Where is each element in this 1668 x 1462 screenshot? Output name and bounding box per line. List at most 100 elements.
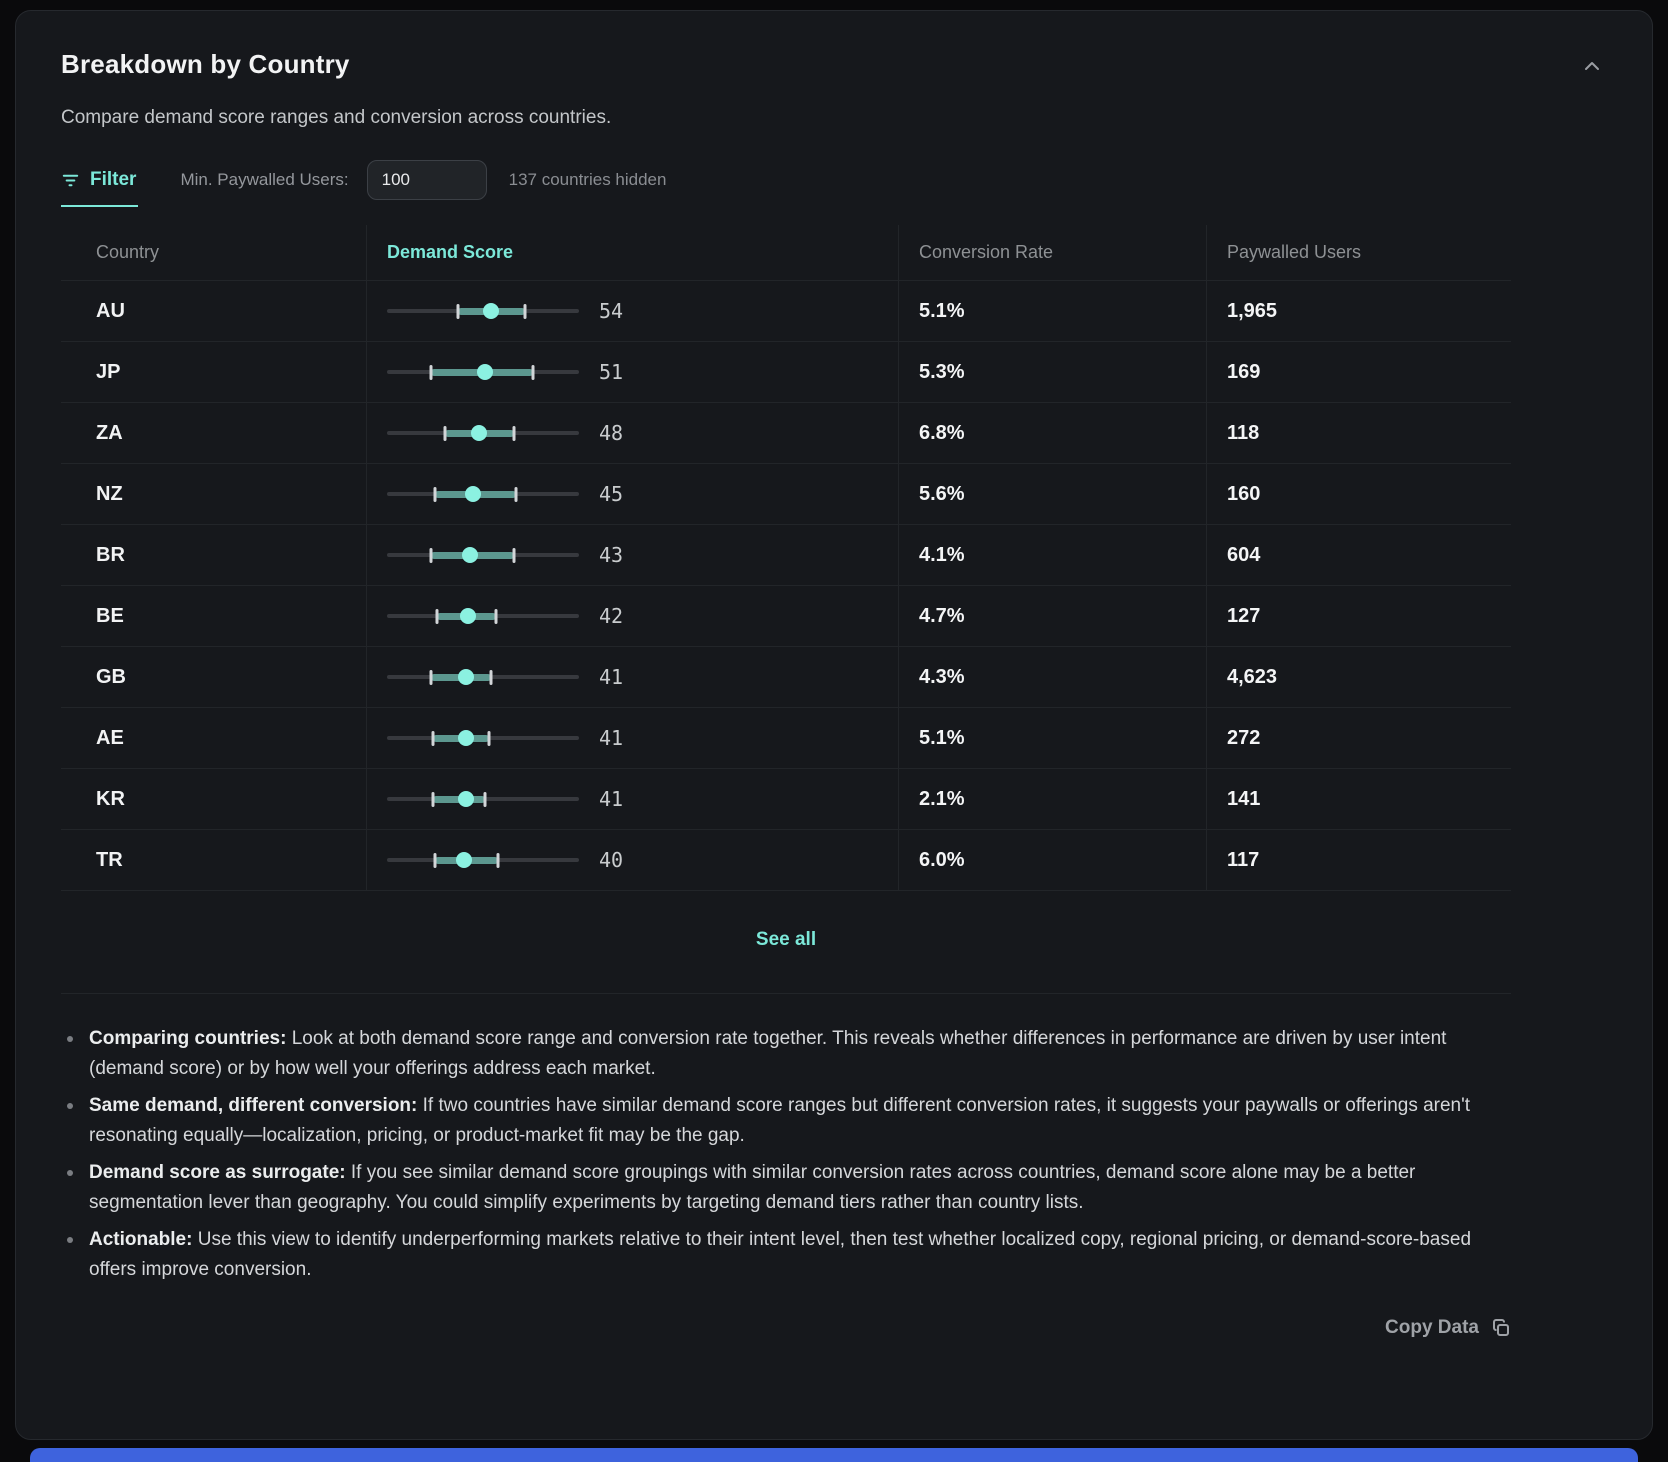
demand-score-range-slider: [387, 362, 579, 382]
score-min-tick: [443, 426, 446, 441]
demand-score-cell: 40: [366, 830, 898, 890]
demand-score-cell: 41: [366, 769, 898, 829]
bottom-panel-edge: [30, 1448, 1638, 1462]
note-text: Look at both demand score range and conv…: [89, 1028, 1446, 1079]
table-row: AE 41 5.1% 272: [61, 708, 1511, 769]
chevron-up-icon: [1581, 55, 1603, 77]
demand-score-range-slider: [387, 789, 579, 809]
country-cell: JP: [61, 342, 366, 402]
country-cell: NZ: [61, 464, 366, 524]
score-dot: [458, 791, 474, 807]
demand-score-range-slider: [387, 484, 579, 504]
copy-icon: [1491, 1318, 1511, 1338]
demand-score-cell: 54: [366, 281, 898, 341]
score-value: 45: [599, 482, 623, 506]
table-row: TR 40 6.0% 117: [61, 830, 1511, 891]
note-lead: Demand score as surrogate:: [89, 1162, 346, 1183]
score-min-tick: [430, 365, 433, 380]
score-value: 51: [599, 360, 623, 384]
copy-data-button[interactable]: Copy Data: [1385, 1317, 1511, 1339]
column-header-demand-score[interactable]: Demand Score: [366, 225, 898, 280]
country-table: Country Demand Score Conversion Rate Pay…: [61, 225, 1511, 891]
score-value: 41: [599, 787, 623, 811]
score-max-tick: [531, 365, 534, 380]
score-dot: [456, 852, 472, 868]
note-text: Use this view to identify underperformin…: [89, 1229, 1471, 1280]
column-header-country[interactable]: Country: [61, 225, 366, 280]
filter-tab-label: Filter: [90, 169, 136, 191]
demand-score-cell: 51: [366, 342, 898, 402]
filter-icon: [61, 171, 80, 190]
paywalled-cell: 272: [1206, 708, 1511, 768]
paywalled-cell: 141: [1206, 769, 1511, 829]
filter-tab[interactable]: Filter: [61, 169, 138, 207]
conversion-cell: 5.1%: [898, 281, 1206, 341]
note-lead: Comparing countries:: [89, 1028, 286, 1049]
demand-score-cell: 41: [366, 647, 898, 707]
demand-score-cell: 42: [366, 586, 898, 646]
conversion-cell: 4.1%: [898, 525, 1206, 585]
collapse-button[interactable]: [1577, 51, 1607, 81]
min-paywalled-label: Min. Paywalled Users:: [180, 170, 348, 190]
score-value: 41: [599, 726, 623, 750]
score-dot: [483, 303, 499, 319]
country-cell: AE: [61, 708, 366, 768]
score-value: 41: [599, 665, 623, 689]
score-value: 40: [599, 848, 623, 872]
score-max-tick: [489, 670, 492, 685]
conversion-cell: 5.3%: [898, 342, 1206, 402]
see-all-link[interactable]: See all: [756, 929, 816, 951]
score-dot: [462, 547, 478, 563]
paywalled-cell: 117: [1206, 830, 1511, 890]
breakdown-card: Breakdown by Country Compare demand scor…: [15, 10, 1653, 1440]
conversion-cell: 4.7%: [898, 586, 1206, 646]
country-cell: BE: [61, 586, 366, 646]
table-row: JP 51 5.3% 169: [61, 342, 1511, 403]
demand-score-range-slider: [387, 545, 579, 565]
score-dot: [458, 669, 474, 685]
score-max-tick: [524, 304, 527, 319]
demand-score-cell: 45: [366, 464, 898, 524]
paywalled-cell: 604: [1206, 525, 1511, 585]
score-dot: [458, 730, 474, 746]
paywalled-cell: 160: [1206, 464, 1511, 524]
card-footer: Copy Data: [61, 1317, 1511, 1339]
card-title: Breakdown by Country: [61, 49, 350, 80]
column-header-paywalled-users[interactable]: Paywalled Users: [1206, 225, 1511, 280]
score-max-tick: [487, 731, 490, 746]
table-row: AU 54 5.1% 1,965: [61, 281, 1511, 342]
demand-score-range-slider: [387, 423, 579, 443]
table-row: GB 41 4.3% 4,623: [61, 647, 1511, 708]
demand-score-cell: 43: [366, 525, 898, 585]
score-max-tick: [512, 548, 515, 563]
card-header: Breakdown by Country: [61, 49, 1607, 81]
score-value: 43: [599, 543, 623, 567]
demand-score-range-slider: [387, 667, 579, 687]
filter-bar: Filter Min. Paywalled Users: 137 countri…: [61, 157, 1607, 203]
conversion-cell: 6.0%: [898, 830, 1206, 890]
conversion-cell: 2.1%: [898, 769, 1206, 829]
demand-score-range-slider: [387, 301, 579, 321]
score-min-tick: [430, 670, 433, 685]
demand-score-range-slider: [387, 850, 579, 870]
score-min-tick: [434, 487, 437, 502]
table-row: BR 43 4.1% 604: [61, 525, 1511, 586]
score-dot: [471, 425, 487, 441]
country-cell: AU: [61, 281, 366, 341]
score-dot: [465, 486, 481, 502]
country-cell: BR: [61, 525, 366, 585]
min-paywalled-input[interactable]: [367, 160, 487, 200]
paywalled-cell: 169: [1206, 342, 1511, 402]
table-row: NZ 45 5.6% 160: [61, 464, 1511, 525]
note-item: Same demand, different conversion: If tw…: [61, 1091, 1521, 1151]
column-header-conversion-rate[interactable]: Conversion Rate: [898, 225, 1206, 280]
table-row: KR 41 2.1% 141: [61, 769, 1511, 830]
paywalled-cell: 127: [1206, 586, 1511, 646]
conversion-cell: 5.1%: [898, 708, 1206, 768]
score-dot: [477, 364, 493, 380]
card-subtitle: Compare demand score ranges and conversi…: [61, 107, 1607, 129]
score-dot: [460, 608, 476, 624]
score-min-tick: [435, 609, 438, 624]
countries-hidden-note: 137 countries hidden: [509, 170, 667, 190]
notes-list: Comparing countries: Look at both demand…: [61, 1024, 1521, 1285]
